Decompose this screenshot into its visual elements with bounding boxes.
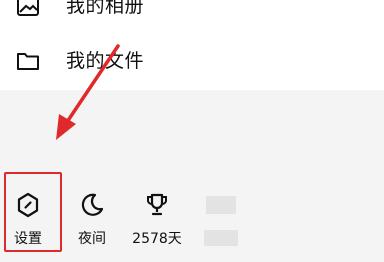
folder-icon	[14, 47, 42, 75]
image-icon	[14, 0, 42, 20]
checkin-days-label: 2578天	[132, 231, 182, 247]
night-mode-label: 夜间	[78, 231, 106, 247]
menu-item-album[interactable]: 我的相册	[0, 0, 384, 26]
night-mode-button[interactable]: 夜间	[65, 186, 119, 252]
blurred-label	[204, 230, 238, 246]
menu-item-label: 我的相册	[66, 0, 145, 17]
moon-icon	[77, 190, 107, 220]
trophy-icon	[142, 190, 172, 220]
blurred-icon	[206, 196, 236, 214]
menu-item-files[interactable]: 我的文件	[0, 41, 384, 81]
menu-item-label: 我的文件	[66, 50, 145, 72]
checkin-days-button[interactable]: 2578天	[130, 186, 184, 252]
menu-list: 我的相册 我的文件	[0, 0, 384, 90]
highlight-box	[4, 172, 62, 252]
obscured-item[interactable]	[196, 186, 250, 252]
